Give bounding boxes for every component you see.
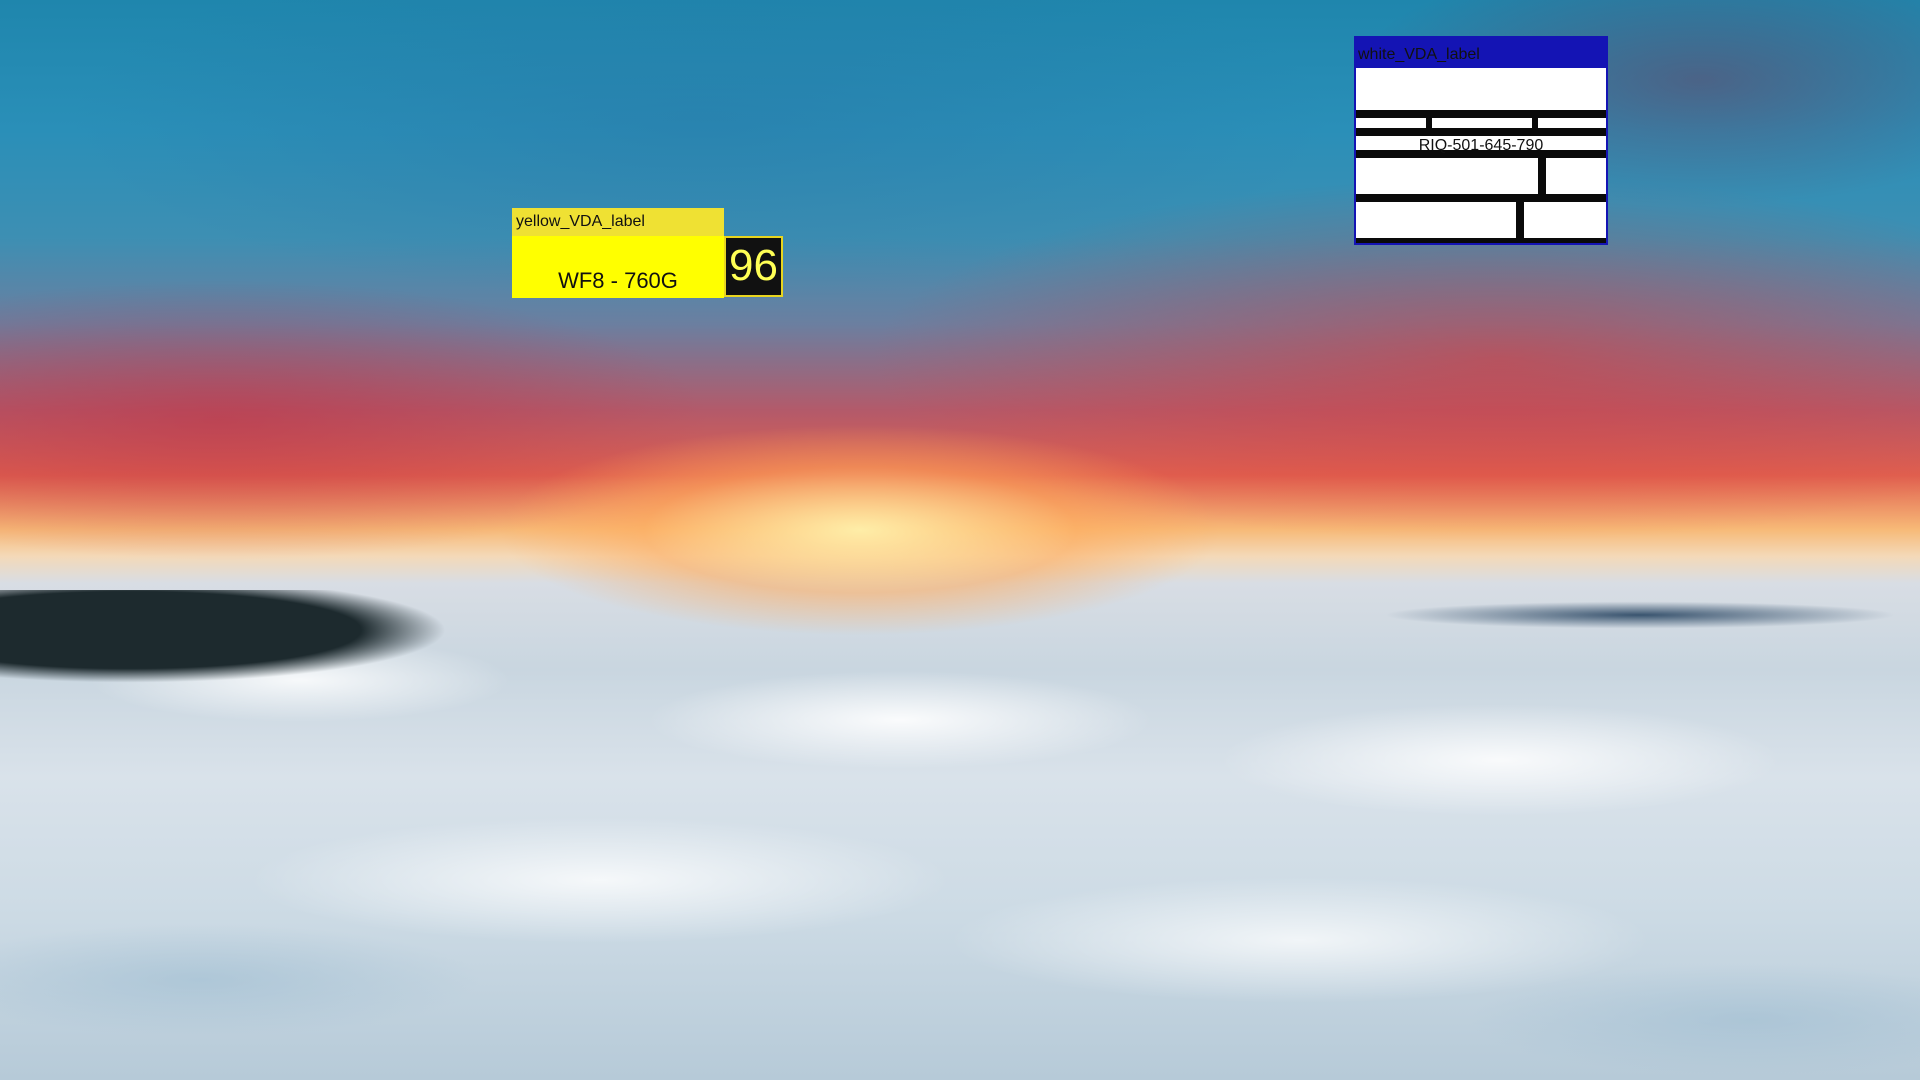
mountain-ridge-right xyxy=(1300,585,1920,645)
desktop-wallpaper xyxy=(0,0,1920,1080)
white-label-cell-small-3 xyxy=(1538,118,1606,128)
white-label-cell-small-2 xyxy=(1432,118,1532,128)
white-label-cell-mid-right xyxy=(1546,158,1606,194)
yellow-label-main-text: WF8 - 760G xyxy=(558,268,678,293)
mountain-ridge-left xyxy=(0,590,460,720)
white-label-cell-top xyxy=(1356,68,1606,110)
white-label-cell-small-1 xyxy=(1356,118,1426,128)
yellow-label-number: 96 xyxy=(724,236,783,297)
white-label-title: white_VDA_label xyxy=(1356,38,1606,68)
white-label-cell-mid-left xyxy=(1356,158,1538,194)
white-label-cell-bottom-right xyxy=(1524,202,1606,238)
white-label-cell-bottom-left xyxy=(1356,202,1516,238)
white-label-code: RIQ-501-645-790 xyxy=(1418,137,1544,154)
yellow-label-title: yellow_VDA_label xyxy=(512,208,724,236)
white-vda-label[interactable]: white_VDA_label RIQ-501-645-790 xyxy=(1354,36,1608,245)
